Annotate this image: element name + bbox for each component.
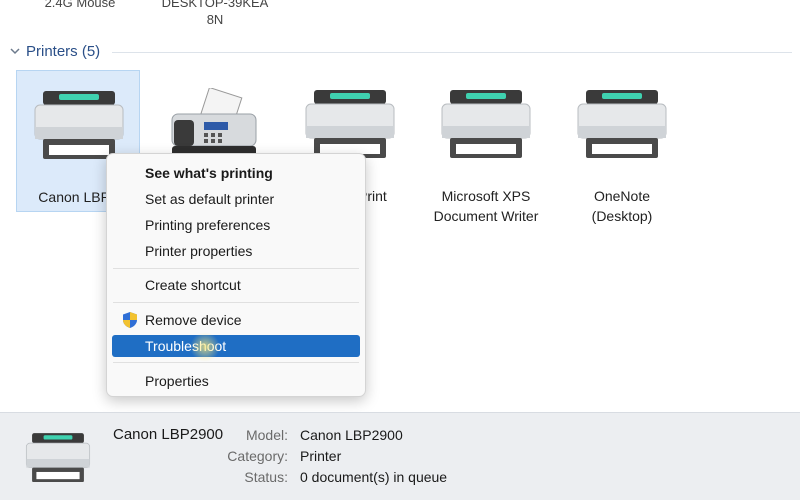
group-title: Printers (5) bbox=[26, 42, 101, 60]
menu-item-printer-properties[interactable]: Printer properties bbox=[112, 240, 360, 262]
uac-shield-icon bbox=[123, 312, 137, 328]
menu-separator bbox=[113, 302, 359, 303]
device-label: Microsoft XPS Document Writer bbox=[424, 186, 548, 226]
device-label-desktop[interactable]: DESKTOP-39KEA 8N bbox=[160, 0, 270, 28]
menu-item-troubleshoot[interactable]: Troubleshoot bbox=[112, 335, 360, 357]
device-label: OneNote (Desktop) bbox=[560, 186, 684, 226]
menu-separator bbox=[113, 362, 359, 363]
device-label-line: 8N bbox=[206, 12, 224, 27]
menu-item-create-shortcut[interactable]: Create shortcut bbox=[112, 274, 360, 296]
details-model-value: Canon LBP2900 bbox=[300, 427, 403, 443]
menu-item-printing-preferences[interactable]: Printing preferences bbox=[112, 214, 360, 236]
device-label-line: (Desktop) bbox=[591, 208, 653, 224]
details-pane: Canon LBP2900 Model: Canon LBP2900 Categ… bbox=[0, 412, 800, 500]
printers-group-header[interactable]: Printers (5) bbox=[8, 40, 792, 62]
context-menu: See what's printing Set as default print… bbox=[106, 153, 366, 397]
device-onenote[interactable]: OneNote (Desktop) bbox=[560, 70, 684, 224]
device-label-line: Microsoft XPS bbox=[441, 188, 531, 204]
menu-item-set-default-printer[interactable]: Set as default printer bbox=[112, 188, 360, 210]
details-status-value: 0 document(s) in queue bbox=[300, 469, 448, 485]
device-microsoft-xps[interactable]: Microsoft XPS Document Writer bbox=[424, 70, 548, 224]
chevron-down-icon[interactable] bbox=[8, 44, 22, 58]
details-category-value: Printer bbox=[300, 448, 342, 464]
device-label-line: OneNote bbox=[593, 188, 651, 204]
details-category-label: Category: bbox=[227, 448, 288, 464]
details-model-label: Model: bbox=[245, 427, 288, 443]
device-label-line: 2.4G Mouse bbox=[44, 0, 116, 10]
details-status-label: Status: bbox=[244, 469, 288, 485]
device-label-mouse[interactable]: 2.4G Mouse bbox=[30, 0, 130, 11]
printer-icon bbox=[441, 90, 531, 158]
cursor-highlight bbox=[190, 332, 220, 362]
menu-item-properties[interactable]: Properties bbox=[112, 370, 360, 392]
printer-thumbnail-icon bbox=[25, 433, 91, 483]
device-label-line: DESKTOP-39KEA bbox=[161, 0, 269, 10]
menu-item-label: Remove device bbox=[145, 312, 242, 328]
device-label-line: Document Writer bbox=[433, 208, 539, 224]
menu-separator bbox=[113, 268, 359, 269]
group-divider bbox=[112, 51, 792, 53]
menu-item-see-whats-printing[interactable]: See what's printing bbox=[112, 162, 360, 184]
printer-icon bbox=[577, 90, 667, 158]
menu-item-remove-device[interactable]: Remove device bbox=[112, 309, 360, 331]
